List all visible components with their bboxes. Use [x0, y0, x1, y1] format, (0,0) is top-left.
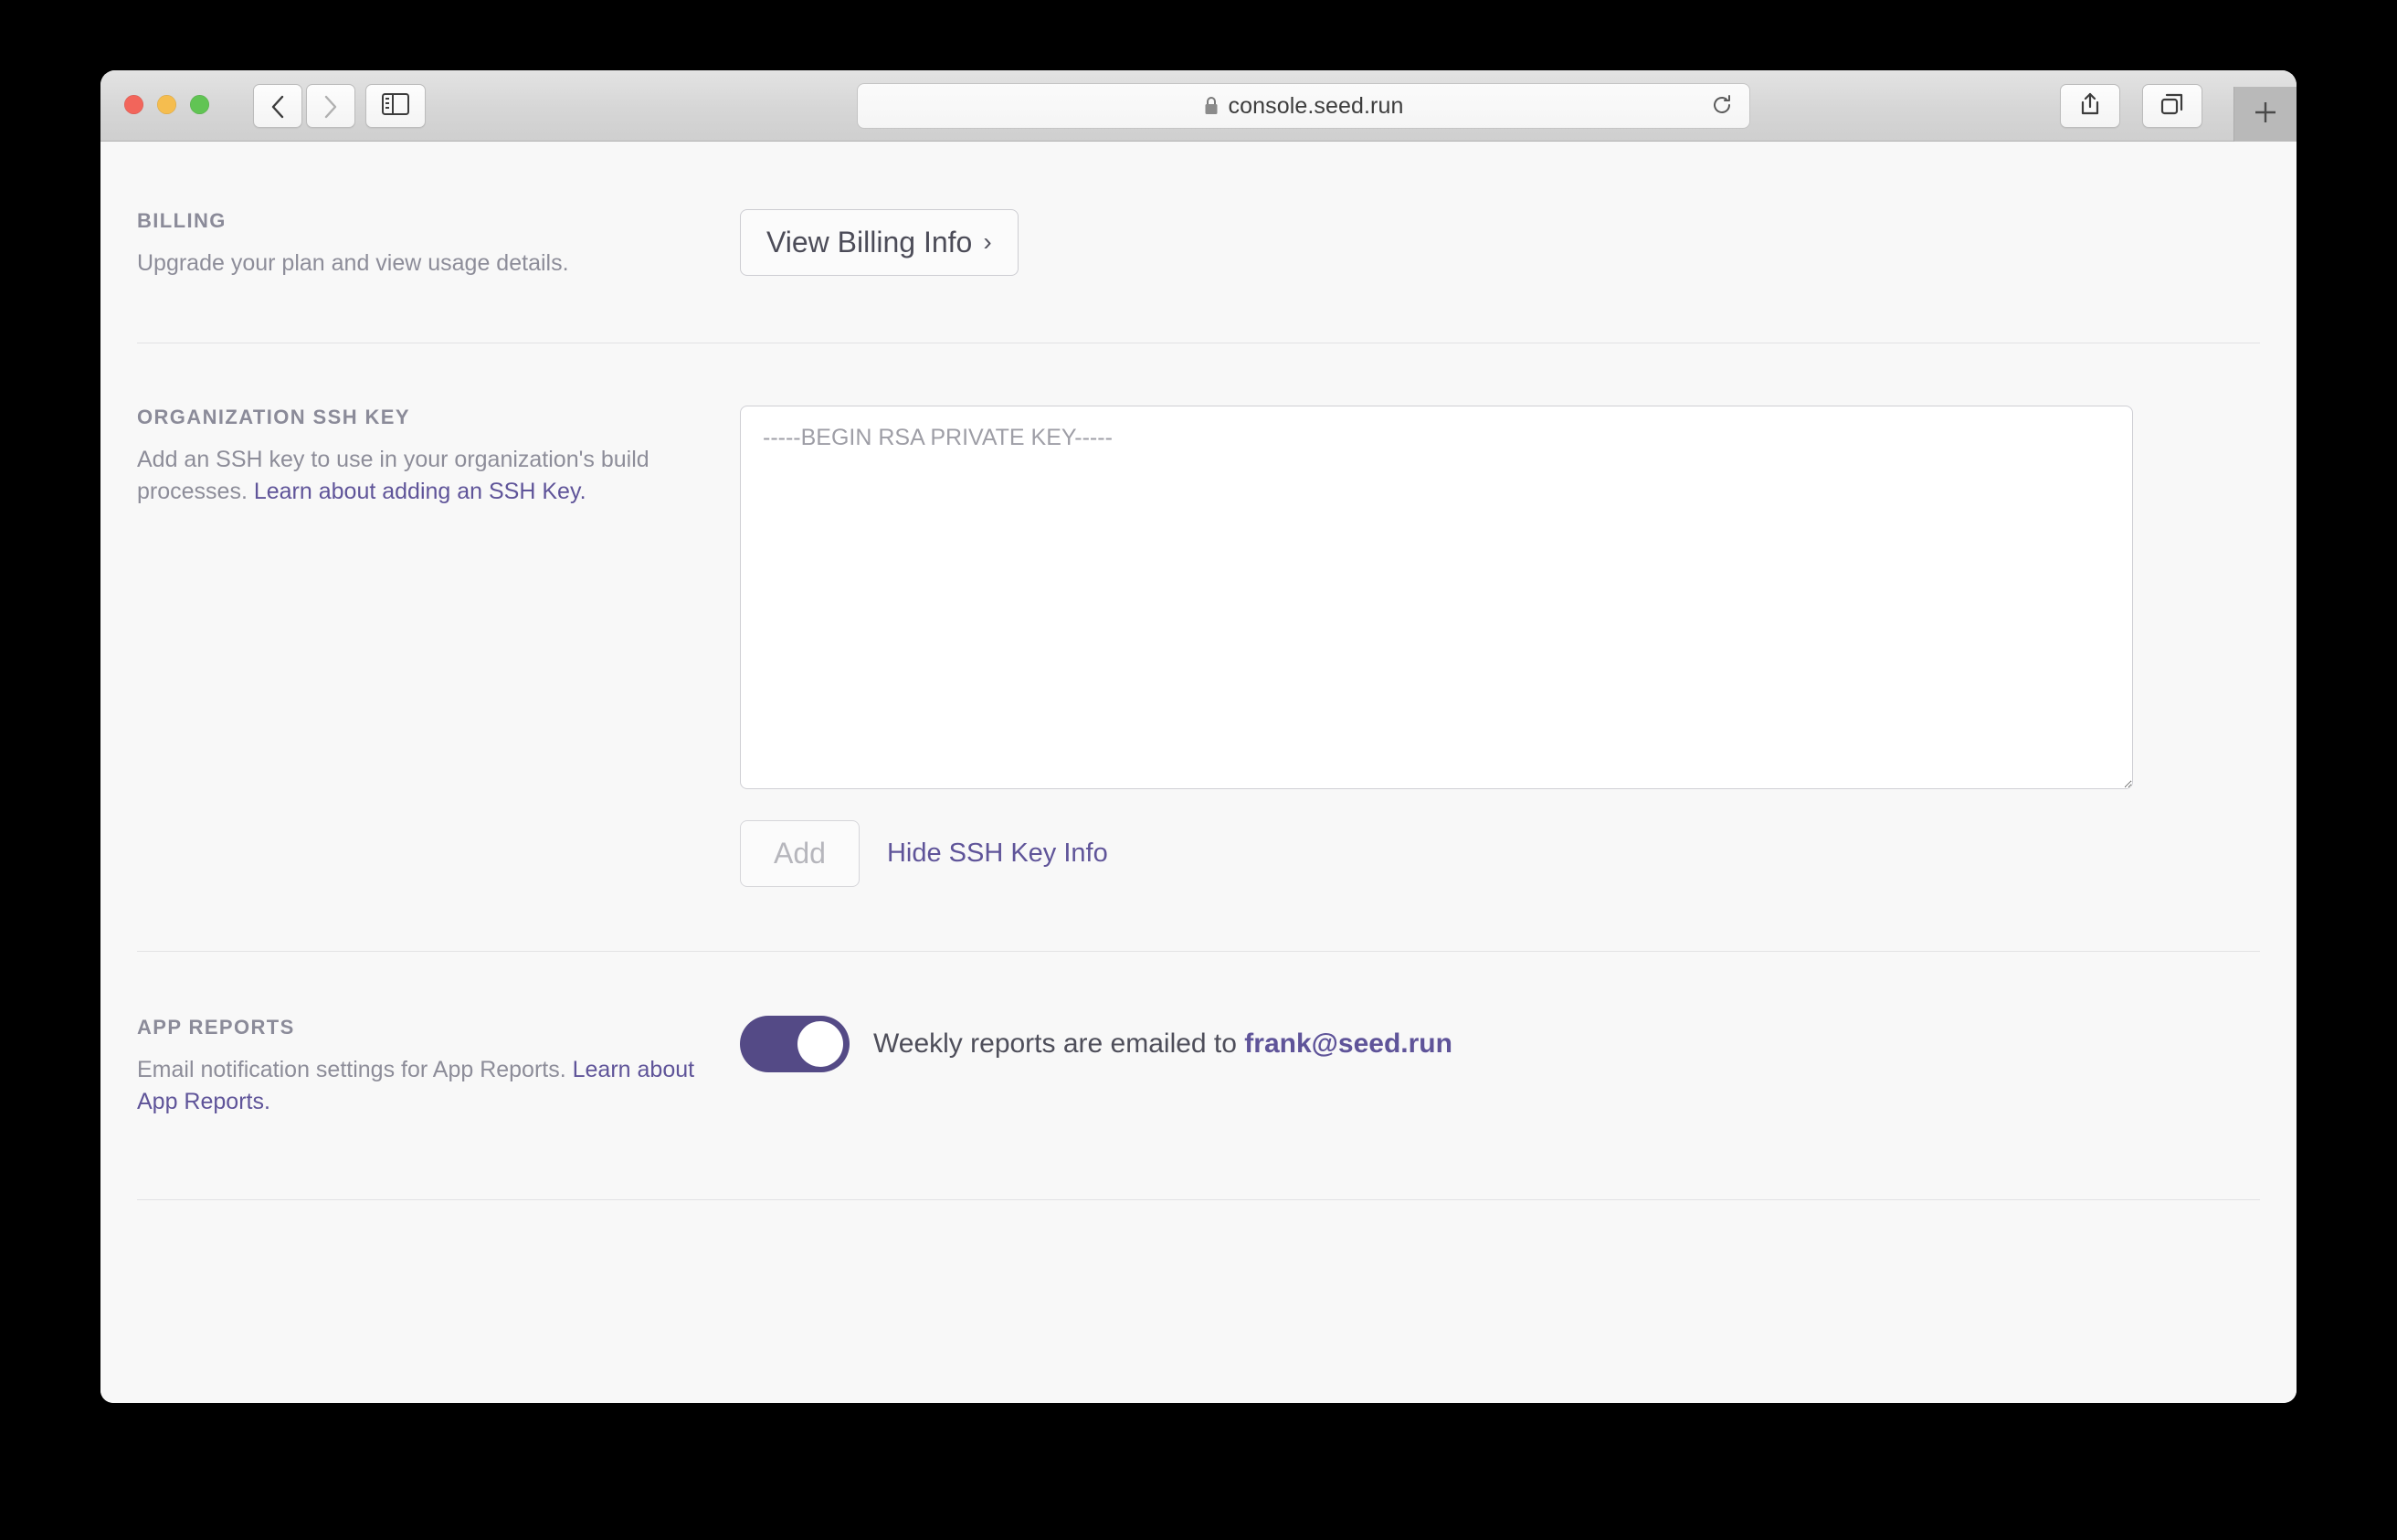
reload-icon — [1711, 94, 1733, 121]
ssh-info-column: ORGANIZATION SSH KEY Add an SSH key to u… — [100, 406, 740, 887]
app-reports-description: Email notification settings for App Repo… — [137, 1054, 740, 1119]
ssh-heading: ORGANIZATION SSH KEY — [137, 405, 410, 428]
weekly-reports-label: Weekly reports are emailed to frank@seed… — [873, 1028, 1452, 1059]
chevron-right-icon — [323, 94, 338, 119]
browser-window: console.seed.run BILLING Upgrade your pl… — [100, 70, 2297, 1403]
back-button[interactable] — [253, 84, 302, 128]
maximize-window-button[interactable] — [190, 95, 209, 114]
page-content: BILLING Upgrade your plan and view usage… — [100, 142, 2297, 1403]
reload-button[interactable] — [1709, 94, 1735, 120]
new-tab-button[interactable] — [2233, 87, 2297, 142]
ssh-key-section: ORGANIZATION SSH KEY Add an SSH key to u… — [100, 343, 2297, 951]
weekly-reports-toggle-row: Weekly reports are emailed to frank@seed… — [740, 1015, 2260, 1072]
plus-icon — [2252, 99, 2279, 131]
billing-action-column: View Billing Info › — [740, 209, 2297, 280]
view-billing-info-label: View Billing Info — [766, 226, 973, 258]
learn-about-ssh-key-link[interactable]: Learn about adding an SSH Key. — [254, 479, 586, 504]
ssh-actions: Add Hide SSH Key Info — [740, 819, 2260, 887]
billing-info-column: BILLING Upgrade your plan and view usage… — [100, 209, 740, 280]
app-reports-heading: APP REPORTS — [137, 1015, 295, 1039]
view-billing-info-button[interactable]: View Billing Info › — [740, 209, 1019, 276]
divider-reports-bottom — [137, 1198, 2260, 1200]
add-ssh-key-button[interactable]: Add — [740, 819, 860, 887]
address-bar[interactable]: console.seed.run — [857, 83, 1750, 129]
chevron-right-icon: › — [983, 227, 992, 256]
tab-overview-icon — [2159, 92, 2185, 121]
weekly-reports-label-text: Weekly reports are emailed to — [873, 1028, 1245, 1059]
window-traffic-lights — [124, 95, 209, 114]
forward-button[interactable] — [306, 84, 355, 128]
billing-section: BILLING Upgrade your plan and view usage… — [100, 142, 2297, 343]
browser-toolbar: console.seed.run — [100, 70, 2297, 142]
url-text: console.seed.run — [1228, 92, 1404, 119]
sidebar-toggle-icon — [382, 92, 409, 120]
app-reports-description-text: Email notification settings for App Repo… — [137, 1056, 573, 1082]
minimize-window-button[interactable] — [157, 95, 176, 114]
close-window-button[interactable] — [124, 95, 143, 114]
app-reports-control-column: Weekly reports are emailed to frank@seed… — [740, 1015, 2297, 1119]
app-reports-info-column: APP REPORTS Email notification settings … — [100, 1016, 740, 1119]
toggle-knob — [797, 1020, 843, 1067]
lock-icon — [1203, 95, 1220, 117]
url-group: console.seed.run — [1203, 93, 1403, 120]
weekly-reports-toggle[interactable] — [740, 1015, 850, 1072]
share-icon — [2078, 91, 2102, 121]
ssh-key-input[interactable] — [740, 405, 2133, 789]
ssh-form-column: Add Hide SSH Key Info — [740, 405, 2297, 887]
tab-overview-button[interactable] — [2142, 84, 2202, 128]
hide-ssh-key-info-link[interactable]: Hide SSH Key Info — [887, 839, 1108, 869]
billing-description: Upgrade your plan and view usage details… — [137, 250, 569, 276]
ssh-description: Add an SSH key to use in your organizati… — [137, 444, 740, 509]
report-email-address: frank@seed.run — [1244, 1028, 1452, 1059]
share-button[interactable] — [2060, 84, 2120, 128]
app-reports-section: APP REPORTS Email notification settings … — [100, 952, 2297, 1199]
billing-heading: BILLING — [137, 209, 227, 232]
chevron-left-icon — [270, 94, 285, 119]
sidebar-toggle-button[interactable] — [365, 84, 426, 128]
